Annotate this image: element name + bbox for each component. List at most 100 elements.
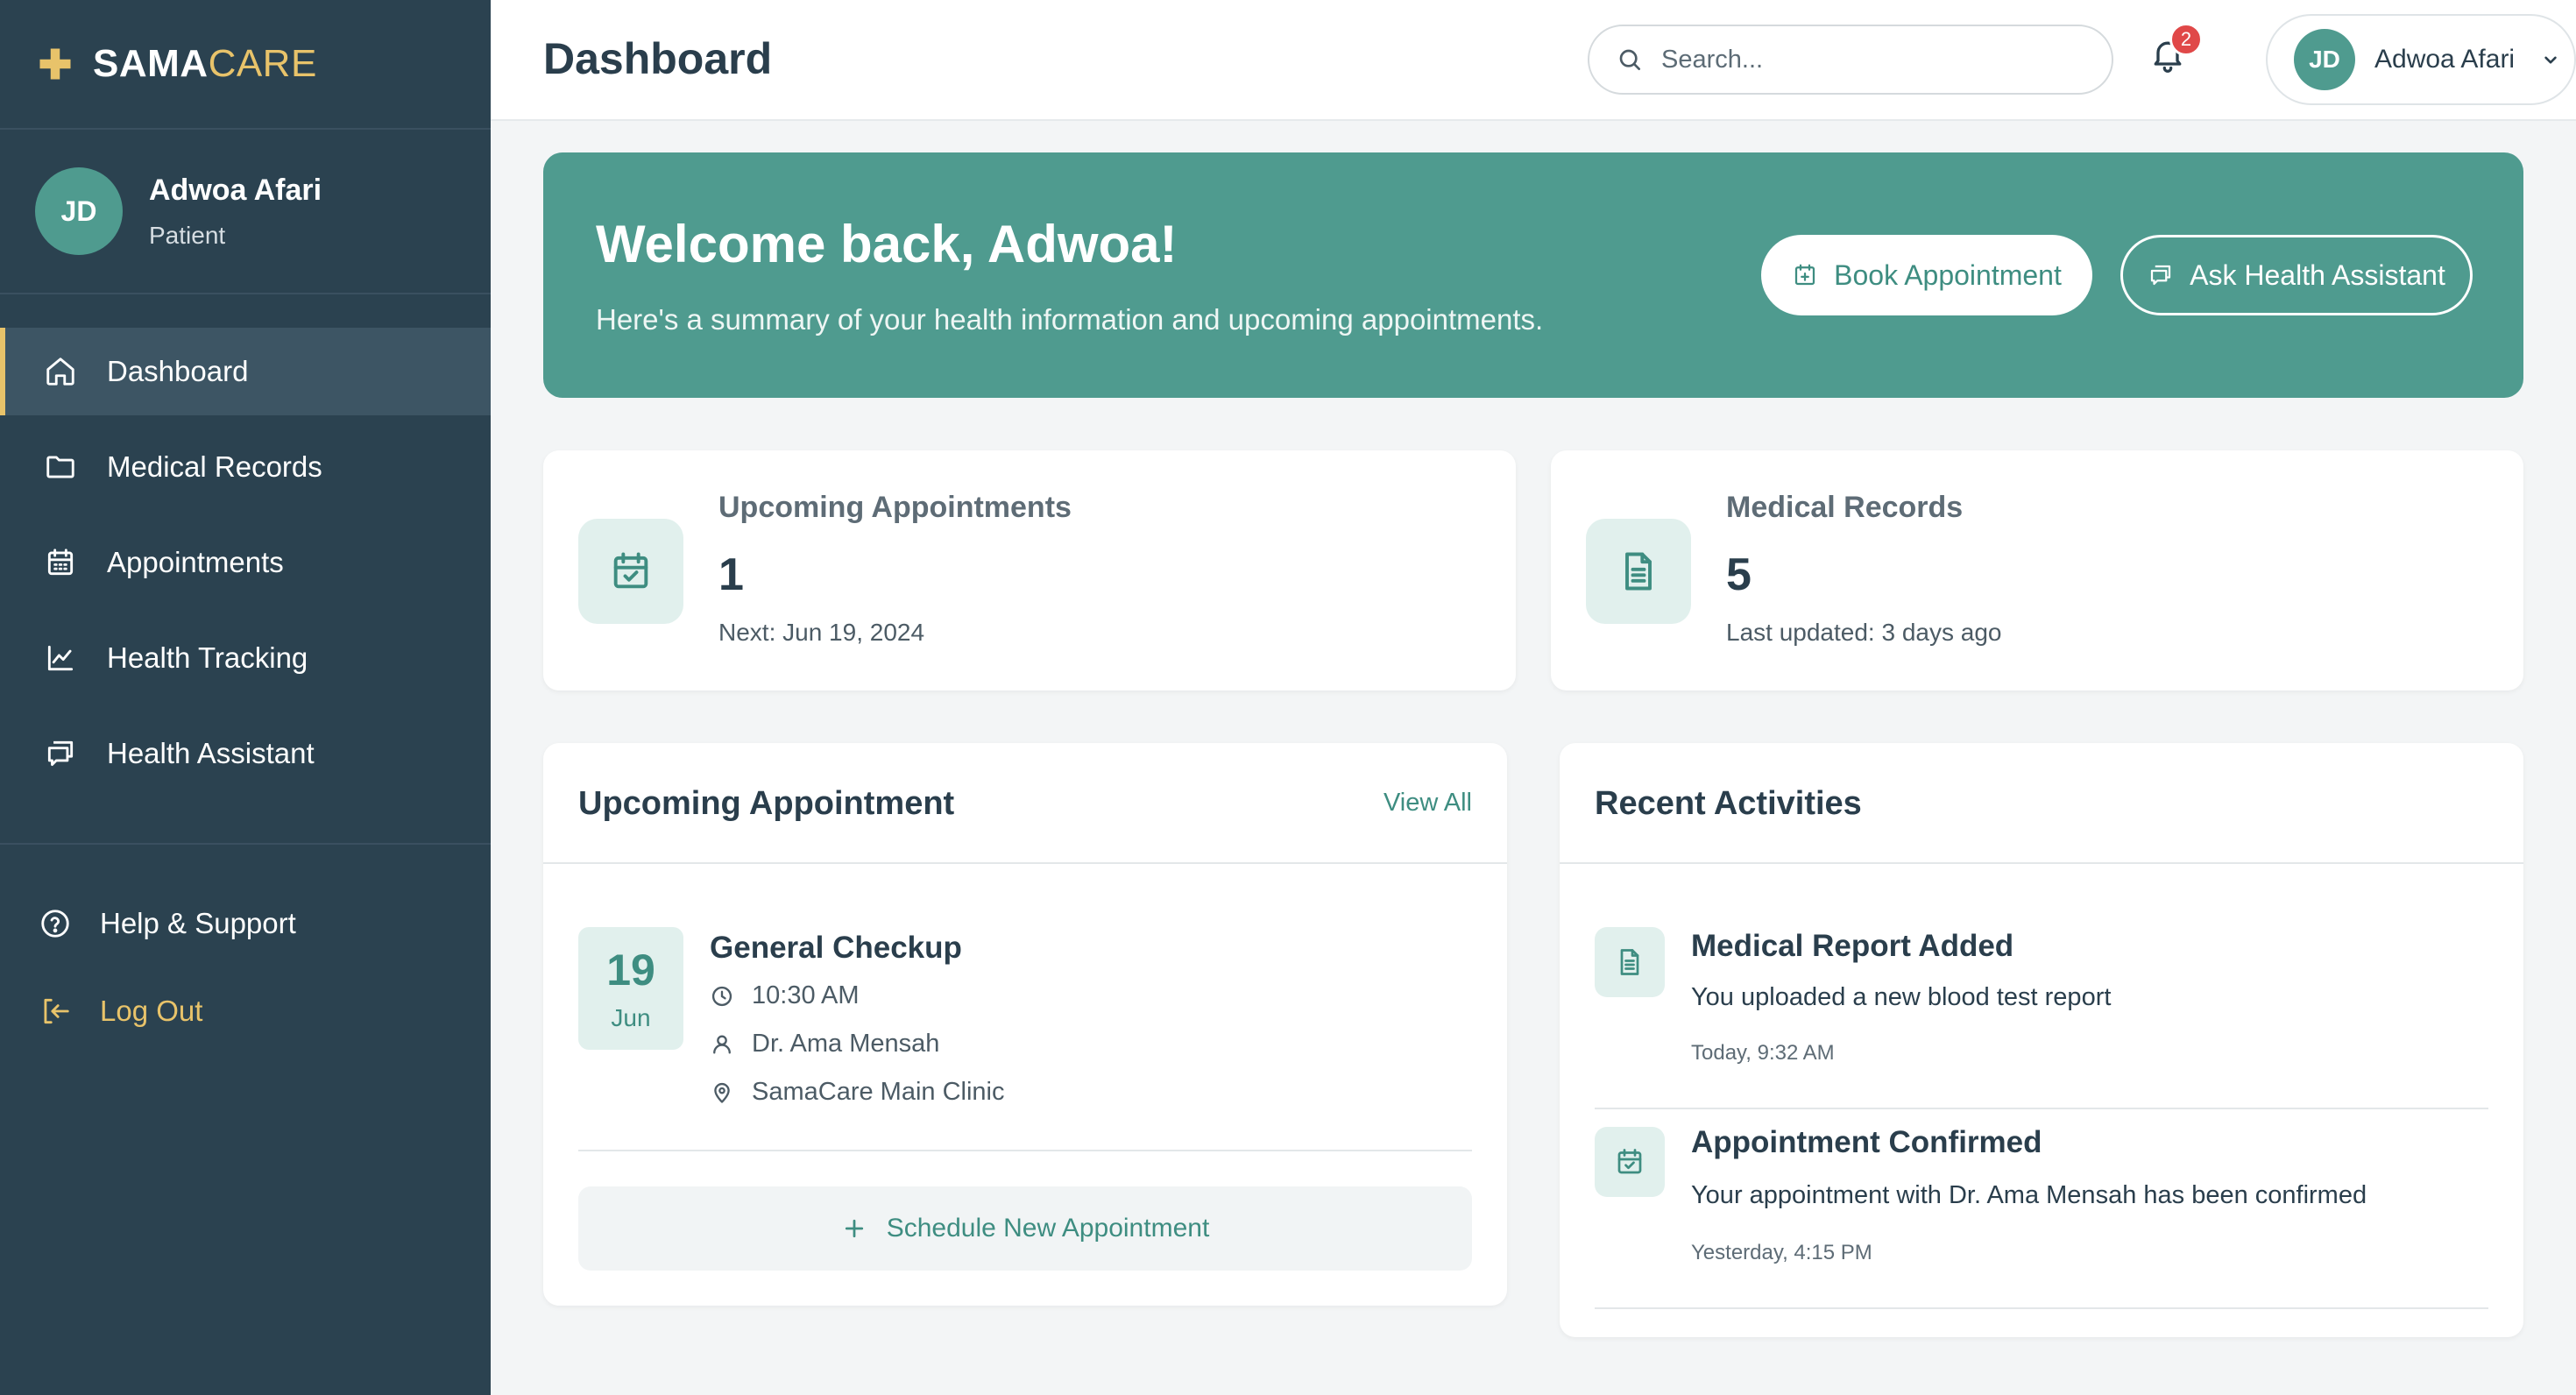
page-title: Dashboard: [543, 34, 773, 83]
sidebar-profile: JD Adwoa Afari Patient: [0, 130, 491, 294]
profile-role: Patient: [149, 221, 226, 249]
appointment-doctor-row: Dr. Ama Mensah: [710, 1030, 939, 1059]
activity-time: Yesterday, 4:15 PM: [1691, 1241, 1872, 1264]
sidebar-item-appointments[interactable]: Appointments: [0, 519, 491, 606]
map-pin-icon: [714, 1082, 730, 1103]
logout-link[interactable]: Log Out: [0, 967, 491, 1055]
divider: [578, 1150, 1472, 1151]
stat-value: 1: [718, 549, 744, 600]
book-appointment-button[interactable]: Book Appointment: [1761, 235, 2092, 315]
search-icon: [1619, 49, 1640, 70]
sidebar-item-health-tracking[interactable]: Health Tracking: [0, 614, 491, 702]
sidebar-item-label: Appointments: [107, 546, 284, 578]
sidebar-nav: Dashboard Medical Records Appointments H…: [0, 294, 491, 797]
stat-label: Upcoming Appointments: [718, 491, 1072, 524]
profile-info: Adwoa Afari Patient: [149, 173, 322, 250]
appointment-location-row: SamaCare Main Clinic: [710, 1078, 1005, 1107]
profile-name: Adwoa Afari: [149, 173, 322, 207]
calendar-check-icon: [1617, 1149, 1642, 1174]
line-chart-icon: [47, 645, 74, 671]
sidebar-divider: [0, 843, 491, 845]
activity-title: Appointment Confirmed: [1691, 1125, 2042, 1159]
home-icon: [46, 358, 74, 386]
calendar-plus-icon: [1795, 264, 1815, 286]
schedule-new-appointment-label: Schedule New Appointment: [886, 1214, 1210, 1243]
schedule-new-appointment-button[interactable]: Schedule New Appointment: [578, 1186, 1472, 1271]
top-header: Dashboard 2 JD Adwoa Afari: [491, 0, 2576, 121]
book-appointment-label: Book Appointment: [1834, 258, 2062, 291]
activity-description: You uploaded a new blood test report: [1691, 983, 2112, 1011]
appointment-doctor: Dr. Ama Mensah: [752, 1030, 940, 1058]
activity-icon-box: [1595, 927, 1665, 997]
user-menu[interactable]: JD Adwoa Afari: [2266, 14, 2576, 105]
calendar-icon: [47, 549, 74, 576]
medical-records-stat-card[interactable]: Medical Records 5 Last updated: 3 days a…: [1551, 450, 2523, 690]
sidebar-item-label: Health Assistant: [107, 737, 315, 769]
sidebar-footer-links: Help & Support Log Out: [0, 880, 491, 1055]
welcome-subtitle: Here's a summary of your health informat…: [596, 303, 1544, 336]
stat-value: 5: [1726, 549, 1752, 600]
upcoming-appointments-stat-card[interactable]: Upcoming Appointments 1 Next: Jun 19, 20…: [543, 450, 1516, 690]
chat-icon: [47, 740, 74, 767]
activity-time: Today, 9:32 AM: [1691, 1041, 1835, 1065]
card-title: Recent Activities: [1595, 785, 1862, 822]
avatar: JD: [35, 167, 123, 255]
brand-name-part2: CARE: [208, 42, 317, 85]
brand-name: SAMACARE: [93, 42, 317, 86]
appointment-time-row: 10:30 AM: [710, 981, 860, 1010]
plus-icon: [39, 48, 71, 80]
help-support-label: Help & Support: [100, 907, 296, 939]
brand-name-part1: SAMA: [93, 42, 209, 85]
calendar-check-icon: [613, 552, 648, 589]
document-icon: [1625, 552, 1652, 591]
user-name: Adwoa Afari: [2374, 45, 2516, 74]
activity-item[interactable]: Appointment Confirmed Your appointment w…: [1595, 1109, 2488, 1309]
appointment-date-box: 19 Jun: [578, 927, 683, 1050]
sidebar-item-health-assistant[interactable]: Health Assistant: [0, 710, 491, 797]
sidebar-item-label: Health Tracking: [107, 641, 308, 674]
sidebar-item-label: Medical Records: [107, 450, 322, 483]
logout-icon: [44, 998, 69, 1024]
appointment-day: 19: [606, 945, 655, 995]
card-header: Recent Activities: [1560, 743, 2523, 864]
activity-item[interactable]: Medical Report Added You uploaded a new …: [1595, 910, 2488, 1109]
appointment-title[interactable]: General Checkup: [710, 931, 962, 966]
ask-health-assistant-button[interactable]: Ask Health Assistant: [2120, 235, 2473, 315]
sidebar-item-label: Dashboard: [107, 355, 249, 387]
stat-label: Medical Records: [1726, 491, 1964, 524]
welcome-title: Welcome back, Adwoa!: [596, 215, 1178, 273]
help-circle-icon: [41, 910, 69, 938]
logout-label: Log Out: [100, 995, 203, 1027]
chevron-down-icon: [2544, 56, 2557, 64]
search-input[interactable]: [1661, 45, 2082, 74]
chat-icon: [2151, 265, 2171, 286]
view-all-link[interactable]: View All: [1384, 789, 1472, 818]
avatar: JD: [2294, 29, 2355, 90]
sidebar-item-dashboard[interactable]: Dashboard: [0, 328, 491, 415]
document-icon: [1620, 949, 1639, 975]
recent-activities-card: Recent Activities Medical Report Added Y…: [1560, 743, 2523, 1337]
folder-icon: [46, 456, 74, 478]
app: SAMACARE JD Adwoa Afari Patient Dashboar…: [0, 0, 2576, 1395]
stat-icon-box: [578, 519, 683, 624]
activity-description: Your appointment with Dr. Ama Mensah has…: [1691, 1181, 2367, 1209]
brand-logo[interactable]: SAMACARE: [0, 0, 491, 130]
help-support-link[interactable]: Help & Support: [0, 880, 491, 967]
activity-icon-box: [1595, 1127, 1665, 1197]
sidebar-item-medical-records[interactable]: Medical Records: [0, 423, 491, 511]
appointment-time: 10:30 AM: [752, 981, 860, 1009]
stat-subtext: Last updated: 3 days ago: [1726, 619, 2002, 646]
search-box[interactable]: [1588, 25, 2113, 95]
upcoming-appointment-card: Upcoming Appointment View All 19 Jun Gen…: [543, 743, 1507, 1306]
card-header: Upcoming Appointment View All: [543, 743, 1507, 864]
sidebar: SAMACARE JD Adwoa Afari Patient Dashboar…: [0, 0, 491, 1395]
welcome-banner: Welcome back, Adwoa! Here's a summary of…: [543, 152, 2523, 398]
card-title: Upcoming Appointment: [578, 785, 955, 822]
appointment-month: Jun: [611, 1004, 651, 1031]
stat-subtext: Next: Jun 19, 2024: [718, 619, 925, 646]
appointment-location: SamaCare Main Clinic: [752, 1078, 1005, 1106]
user-icon: [713, 1035, 731, 1053]
plus-icon: [845, 1219, 863, 1238]
stat-icon-box: [1586, 519, 1691, 624]
notification-badge: 2: [2169, 23, 2203, 56]
